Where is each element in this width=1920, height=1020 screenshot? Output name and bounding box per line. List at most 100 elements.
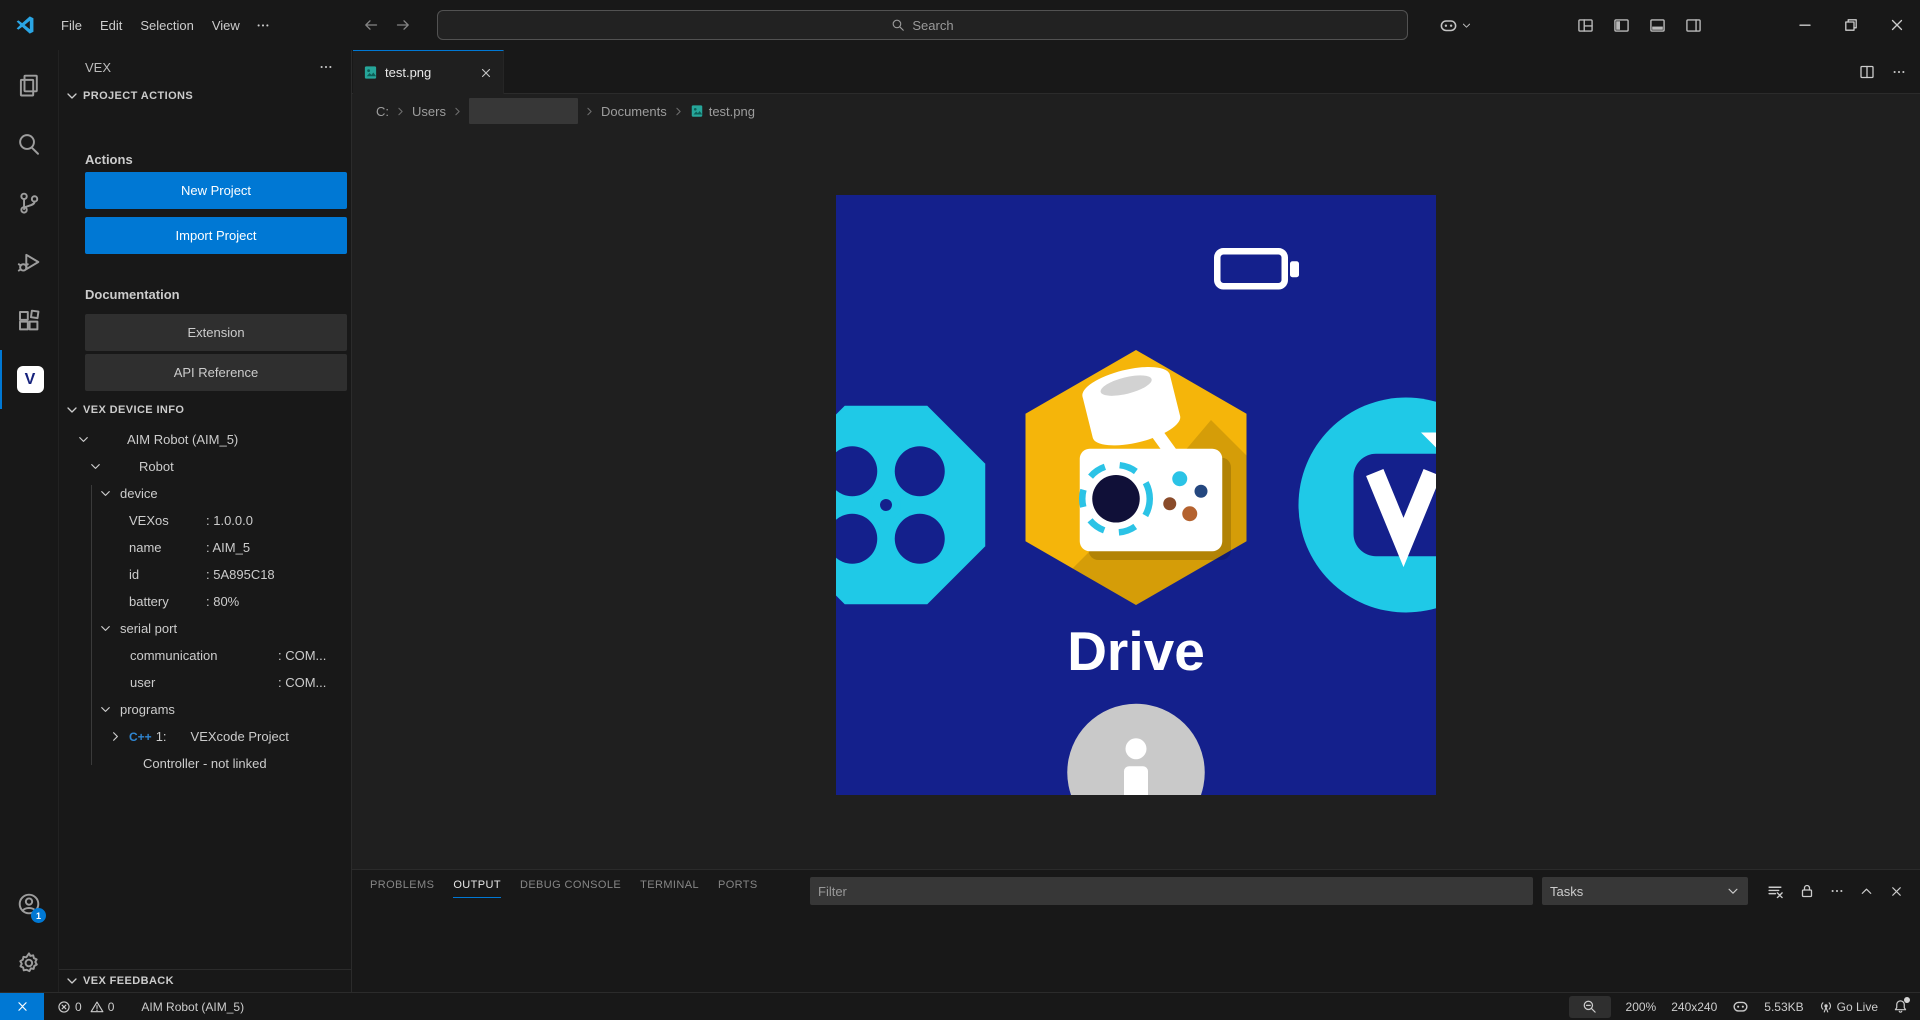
sidebar-more-icon[interactable] (319, 60, 333, 74)
tree-row-controller[interactable]: Controller - not linked (59, 750, 351, 777)
search-icon (891, 18, 905, 32)
tab-close-icon[interactable] (479, 66, 493, 80)
toggle-panel-icon[interactable] (1649, 17, 1666, 34)
maximize-panel-icon[interactable] (1859, 884, 1874, 899)
tree-row-communication[interactable]: communication : COM... (59, 642, 351, 669)
section-device-info[interactable]: VEX DEVICE INFO (59, 397, 351, 422)
breadcrumb-drive[interactable]: C: (376, 104, 389, 119)
import-project-button[interactable]: Import Project (85, 217, 347, 254)
tree-row-user[interactable]: user : COM... (59, 669, 351, 696)
new-project-button[interactable]: New Project (85, 172, 347, 209)
zoom-out-button[interactable] (1569, 996, 1611, 1018)
section-vex-feedback[interactable]: VEX FEEDBACK (59, 969, 351, 992)
clear-output-icon[interactable] (1767, 883, 1784, 900)
device-tree: AIM Robot (AIM_5) Robot device VEXos : 1… (59, 426, 351, 777)
tree-row-programs[interactable]: programs (59, 696, 351, 723)
bottom-panel: PROBLEMS OUTPUT DEBUG CONSOLE TERMINAL P… (352, 869, 1920, 992)
chevron-down-icon (1461, 20, 1472, 31)
tree-row-battery[interactable]: battery : 80% (59, 588, 351, 615)
chevron-right-icon (672, 105, 685, 118)
close-panel-icon[interactable] (1889, 884, 1904, 899)
image-file-icon (690, 104, 704, 118)
panel-tab-ports[interactable]: PORTS (718, 879, 758, 898)
chevron-down-icon (98, 486, 113, 501)
test-png-image: Drive (836, 195, 1436, 795)
error-icon (57, 1000, 71, 1014)
menu-view[interactable]: View (203, 13, 249, 38)
window-close-button[interactable] (1874, 0, 1920, 50)
output-channel-select[interactable]: Tasks (1542, 877, 1748, 905)
output-filter-input[interactable] (810, 877, 1533, 905)
toggle-sidebar-icon[interactable] (1613, 17, 1630, 34)
image-dimensions[interactable]: 240x240 (1671, 1000, 1717, 1014)
activity-explorer[interactable] (0, 55, 58, 114)
problems-status[interactable]: 0 0 (57, 1000, 114, 1014)
window-minimize-button[interactable] (1782, 0, 1828, 50)
tree-row-name[interactable]: name : AIM_5 (59, 534, 351, 561)
editor-more-icon[interactable] (1892, 65, 1906, 79)
customize-layout-icon[interactable] (1577, 17, 1594, 34)
nav-forward-icon[interactable] (395, 17, 411, 33)
breadcrumb-documents[interactable]: Documents (601, 104, 667, 119)
extension-docs-button[interactable]: Extension (85, 314, 347, 351)
section-project-actions[interactable]: PROJECT ACTIONS (59, 84, 351, 108)
chevron-right-icon (394, 105, 407, 118)
api-reference-button[interactable]: API Reference (85, 354, 347, 391)
tree-row-program-1[interactable]: C++ 1: VEXcode Project (59, 723, 351, 750)
toggle-secondary-sidebar-icon[interactable] (1685, 17, 1702, 34)
chevron-down-icon (64, 88, 80, 104)
accounts-button[interactable]: 1 (0, 874, 58, 933)
copilot-button[interactable] (1439, 16, 1472, 35)
activity-search[interactable] (0, 114, 58, 173)
vscode-window: File Edit Selection View Search (0, 0, 1920, 1020)
tree-row-id[interactable]: id : 5A895C18 (59, 561, 351, 588)
lock-icon[interactable] (1799, 883, 1815, 899)
activity-vex-extension[interactable]: V (0, 350, 58, 409)
vex-icon: V (17, 366, 44, 393)
menu-more-icon[interactable] (249, 13, 277, 38)
nav-back-icon[interactable] (363, 17, 379, 33)
settings-button[interactable] (0, 933, 58, 992)
activity-bar: V 1 (0, 50, 59, 992)
breadcrumb-users[interactable]: Users (412, 104, 446, 119)
tab-test-png[interactable]: test.png (353, 50, 504, 94)
panel-tab-output[interactable]: OUTPUT (453, 879, 501, 898)
connected-device-status[interactable]: AIM Robot (AIM_5) (141, 1000, 244, 1014)
tree-row-aim-robot[interactable]: AIM Robot (AIM_5) (59, 426, 351, 453)
command-center-search[interactable]: Search (437, 10, 1408, 40)
image-zoom-level[interactable]: 200% (1626, 1000, 1657, 1014)
drive-label: Drive (1067, 620, 1205, 682)
image-file-icon (363, 65, 378, 80)
tree-row-vexos[interactable]: VEXos : 1.0.0.0 (59, 507, 351, 534)
image-file-size[interactable]: 5.53KB (1764, 1000, 1803, 1014)
panel-tab-problems[interactable]: PROBLEMS (370, 879, 434, 898)
split-editor-icon[interactable] (1859, 64, 1875, 80)
tree-row-device[interactable]: device (59, 480, 351, 507)
notifications-bell-icon[interactable] (1893, 999, 1908, 1014)
remote-indicator[interactable] (0, 993, 44, 1020)
chevron-down-icon (64, 973, 80, 989)
broadcast-icon (1819, 1000, 1833, 1014)
image-preview-area[interactable]: Drive (352, 128, 1920, 869)
panel-tab-debug-console[interactable]: DEBUG CONSOLE (520, 879, 621, 898)
chevron-right-icon (451, 105, 464, 118)
panel-more-icon[interactable] (1830, 884, 1844, 898)
go-live-button[interactable]: Go Live (1819, 1000, 1878, 1014)
chevron-down-icon (64, 402, 80, 418)
chevron-right-icon (583, 105, 596, 118)
activity-run-debug[interactable] (0, 232, 58, 291)
menu-selection[interactable]: Selection (131, 13, 202, 38)
vscode-logo-icon (14, 14, 36, 36)
source-control-icon (17, 191, 41, 215)
menu-edit[interactable]: Edit (91, 13, 131, 38)
window-restore-button[interactable] (1828, 0, 1874, 50)
activity-extensions[interactable] (0, 291, 58, 350)
breadcrumb-redacted-user[interactable] (469, 98, 578, 124)
tree-row-serial-port[interactable]: serial port (59, 615, 351, 642)
activity-source-control[interactable] (0, 173, 58, 232)
copilot-status-icon[interactable] (1732, 998, 1749, 1015)
panel-tab-terminal[interactable]: TERMINAL (640, 879, 699, 898)
menu-file[interactable]: File (52, 13, 91, 38)
tree-row-robot[interactable]: Robot (59, 453, 351, 480)
breadcrumb-file[interactable]: test.png (709, 104, 755, 119)
